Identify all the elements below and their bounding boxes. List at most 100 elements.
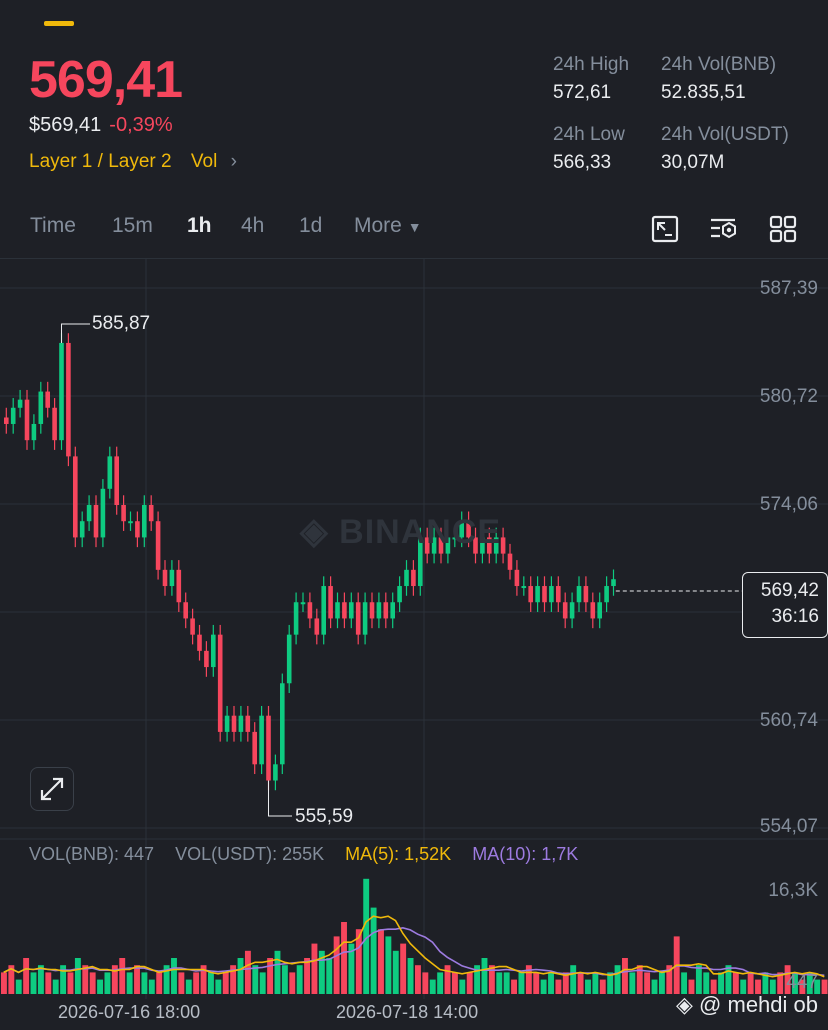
candle-body <box>328 586 333 619</box>
indicator-settings-icon[interactable] <box>708 214 738 244</box>
candle-body <box>252 731 257 765</box>
volume-bar <box>156 972 163 994</box>
volume-bar <box>651 979 658 994</box>
volume-bar <box>422 972 429 994</box>
candle-body <box>556 586 561 603</box>
candle-body <box>45 391 50 408</box>
volume-bar <box>415 965 421 994</box>
volume-bar <box>274 950 281 994</box>
grid-layout-icon[interactable] <box>768 214 798 244</box>
interval-more[interactable]: More ▼ <box>354 214 422 238</box>
candle-body <box>24 399 30 441</box>
volume-bar <box>577 972 584 994</box>
volume-bar <box>622 958 628 994</box>
candle-body <box>397 586 402 603</box>
volume-bar <box>437 972 444 994</box>
volume-bar <box>126 972 133 994</box>
candle-body <box>107 456 113 489</box>
candle-body <box>121 505 126 522</box>
volume-bar <box>296 965 303 994</box>
candle-body <box>404 569 409 587</box>
volume-bar <box>466 972 473 994</box>
volume-bar <box>244 950 251 994</box>
volume-bar <box>341 922 347 994</box>
volume-bar <box>171 958 177 994</box>
y-tick: 587,39 <box>759 278 818 299</box>
candle-body <box>266 715 271 781</box>
candle-body <box>569 602 575 619</box>
volume-bar <box>481 958 488 994</box>
candle-body <box>245 715 251 732</box>
tag-row[interactable]: Layer 1 / Layer 2 Vol › <box>29 151 237 173</box>
candle-body <box>335 602 340 619</box>
volume-bar <box>681 972 688 994</box>
volume-bar <box>208 972 214 994</box>
interval-4h[interactable]: 4h <box>241 214 264 238</box>
candle-body <box>293 602 299 635</box>
vol-quote-label: 24h Vol(USDT) <box>661 124 789 145</box>
credit-watermark: ◈ @ mehdi ob <box>676 992 818 1017</box>
volume-bar <box>725 965 732 994</box>
vol-base-legend: VOL(BNB): 447 <box>29 844 155 864</box>
volume-bar <box>15 979 22 994</box>
high-label: 24h High <box>553 54 630 75</box>
candle-body <box>590 602 596 619</box>
volume-bar <box>185 979 192 994</box>
volume-bar <box>496 972 503 994</box>
candle-body <box>500 537 506 554</box>
candle-body <box>562 602 568 619</box>
price-chart[interactable] <box>0 259 828 1030</box>
volume-bar <box>311 943 318 994</box>
volume-bar <box>548 972 554 994</box>
chevron-right-icon[interactable]: › <box>231 151 237 172</box>
volume-bar <box>52 979 59 994</box>
volume-bar <box>821 979 828 994</box>
volume-bar <box>444 965 451 994</box>
candle-body <box>10 407 16 424</box>
candle-body <box>549 586 554 603</box>
depth-chart-icon[interactable] <box>650 214 680 244</box>
candle-body <box>314 618 320 635</box>
binance-diamond-icon: ◈ <box>300 510 329 551</box>
volume-bar <box>533 972 540 994</box>
current-price-tag: 569,42 36:16 <box>742 572 828 638</box>
current-price: 569,42 <box>760 580 819 601</box>
volume-bar <box>503 972 510 994</box>
volume-bar <box>385 936 392 994</box>
category-tag[interactable]: Layer 1 / Layer 2 <box>29 151 172 172</box>
volume-bar <box>695 965 702 994</box>
volume-bar <box>614 965 621 994</box>
interval-1d[interactable]: 1d <box>299 214 322 238</box>
candle-body <box>148 505 154 522</box>
candle-body <box>376 602 382 619</box>
price-change: -0,39% <box>109 114 173 136</box>
interval-15m[interactable]: 15m <box>112 214 153 238</box>
candle-body <box>73 456 78 538</box>
candle-body <box>211 634 216 668</box>
fiat-price: $569,41 <box>29 114 102 136</box>
volume-bar <box>732 972 739 994</box>
candle-body <box>597 602 602 619</box>
volume-bar <box>658 972 665 994</box>
candle-body <box>507 553 513 570</box>
volume-bar <box>193 972 200 994</box>
volume-bar <box>370 907 377 994</box>
candle-body <box>383 602 389 619</box>
interval-time[interactable]: Time <box>30 214 76 238</box>
top-tabs <box>0 0 828 28</box>
candle-body <box>521 586 527 589</box>
volume-bar <box>644 972 651 994</box>
vol-tag[interactable]: Vol <box>191 151 217 172</box>
candle-body <box>217 634 223 732</box>
volume-bar <box>540 979 547 994</box>
volume-bar <box>1 972 7 994</box>
volume-bar <box>134 965 140 994</box>
candle-body <box>31 423 37 441</box>
expand-icon[interactable] <box>30 767 74 811</box>
interval-1h[interactable]: 1h <box>187 214 212 238</box>
volume-bar <box>30 972 37 994</box>
candle-body <box>238 715 244 732</box>
ma10-line <box>3 926 825 977</box>
candle-body <box>231 715 237 732</box>
volume-bar <box>747 972 754 994</box>
